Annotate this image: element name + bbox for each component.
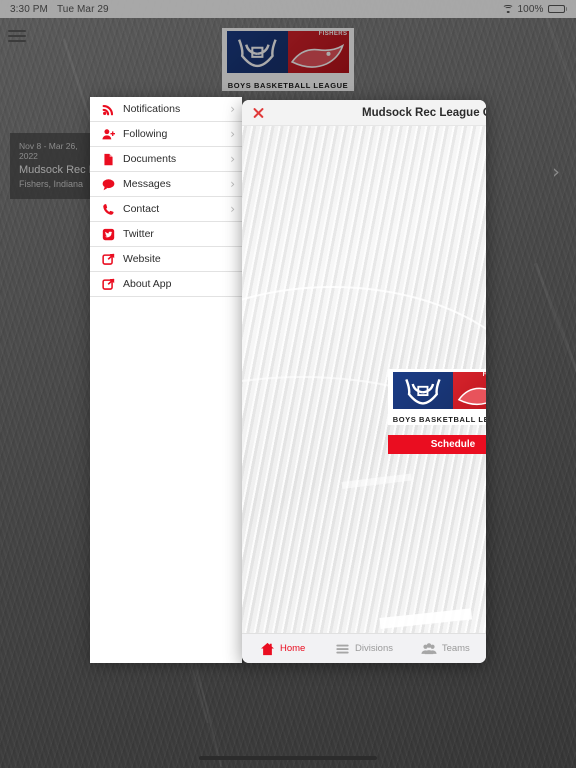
close-x-icon[interactable] [251, 106, 265, 120]
modal-body-court-background: HSE FISHERS BOYS BASKETBALL LEAGUE Sched… [242, 126, 486, 633]
sidebar-item-label: Documents [123, 153, 177, 165]
people-group-icon [421, 642, 437, 654]
sidebar-item-label: About App [123, 278, 172, 290]
person-add-icon [102, 128, 115, 141]
promo-card: HSE FISHERS BOYS BASKETBALL LEAGUE Sched… [388, 369, 486, 454]
twitter-icon [102, 228, 115, 241]
league-detail-modal: Mudsock Rec League Ga HSE F BOYS BASKETB… [242, 100, 486, 663]
tab-teams[interactable]: Teams [405, 642, 486, 656]
tab-label: Teams [441, 643, 470, 654]
chevron-right-icon: › [230, 202, 235, 216]
ios-status-bar: 3:30 PM Tue Mar 29 100% [0, 0, 576, 18]
external-link-icon [102, 253, 115, 266]
wifi-icon [502, 4, 514, 14]
external-link-icon [102, 278, 115, 291]
logo-blue-half [393, 371, 453, 409]
logo-banner [393, 371, 486, 409]
tiger-head-blue-icon [405, 378, 441, 405]
sidebar-item-messages[interactable]: Messages › [90, 172, 242, 197]
status-time: 3:30 PM [10, 3, 48, 15]
sidebar-item-website[interactable]: Website [90, 247, 242, 272]
sidebar-item-twitter[interactable]: Twitter [90, 222, 242, 247]
league-logo: HSE FISHERS BOYS BASKETBALL LEAGUE [388, 369, 486, 425]
sidebar-item-following[interactable]: Following › [90, 122, 242, 147]
sidebar-item-about-app[interactable]: About App [90, 272, 242, 297]
home-indicator-bar[interactable] [199, 756, 377, 760]
chevron-right-icon: › [230, 152, 235, 166]
sidebar-item-label: Website [123, 253, 161, 265]
logo-fishers-text: FISHERS [482, 371, 486, 378]
rss-feed-icon [102, 103, 115, 116]
chevron-right-icon: › [230, 102, 235, 116]
sidebar-item-label: Notifications [123, 103, 181, 115]
tab-label: Home [279, 643, 306, 654]
tiger-head-red-icon [457, 387, 486, 405]
sidebar-item-notifications[interactable]: Notifications › [90, 97, 242, 122]
list-lines-icon [336, 644, 349, 653]
side-menu-panel: Notifications › Following › Documents › [90, 97, 242, 663]
schedule-button[interactable]: Schedule [388, 435, 486, 454]
tab-label: Divisions [354, 643, 393, 654]
logo-red-half [452, 371, 486, 409]
chevron-right-icon: › [230, 127, 235, 141]
battery-full-icon [547, 4, 567, 14]
sidebar-item-documents[interactable]: Documents › [90, 147, 242, 172]
modal-header: Mudsock Rec League Ga [242, 100, 486, 126]
document-icon [102, 153, 115, 166]
tab-divisions[interactable]: Divisions [323, 642, 404, 656]
home-icon [261, 642, 274, 655]
tab-home[interactable]: Home [242, 642, 323, 656]
modal-title: Mudsock Rec League Ga [362, 106, 486, 119]
logo-league-text: BOYS BASKETBALL LEAGUE [392, 415, 486, 425]
chat-bubble-icon [102, 178, 115, 191]
bottom-tab-bar: Home Divisions Teams [242, 633, 486, 663]
battery-percent: 100% [517, 3, 544, 15]
sidebar-item-label: Following [123, 128, 168, 140]
chevron-right-icon: › [230, 177, 235, 191]
sidebar-item-contact[interactable]: Contact › [90, 197, 242, 222]
sidebar-item-label: Contact [123, 203, 160, 215]
sidebar-item-label: Twitter [123, 228, 154, 240]
phone-icon [102, 203, 115, 216]
sidebar-item-label: Messages [123, 178, 171, 190]
status-date: Tue Mar 29 [56, 3, 109, 15]
